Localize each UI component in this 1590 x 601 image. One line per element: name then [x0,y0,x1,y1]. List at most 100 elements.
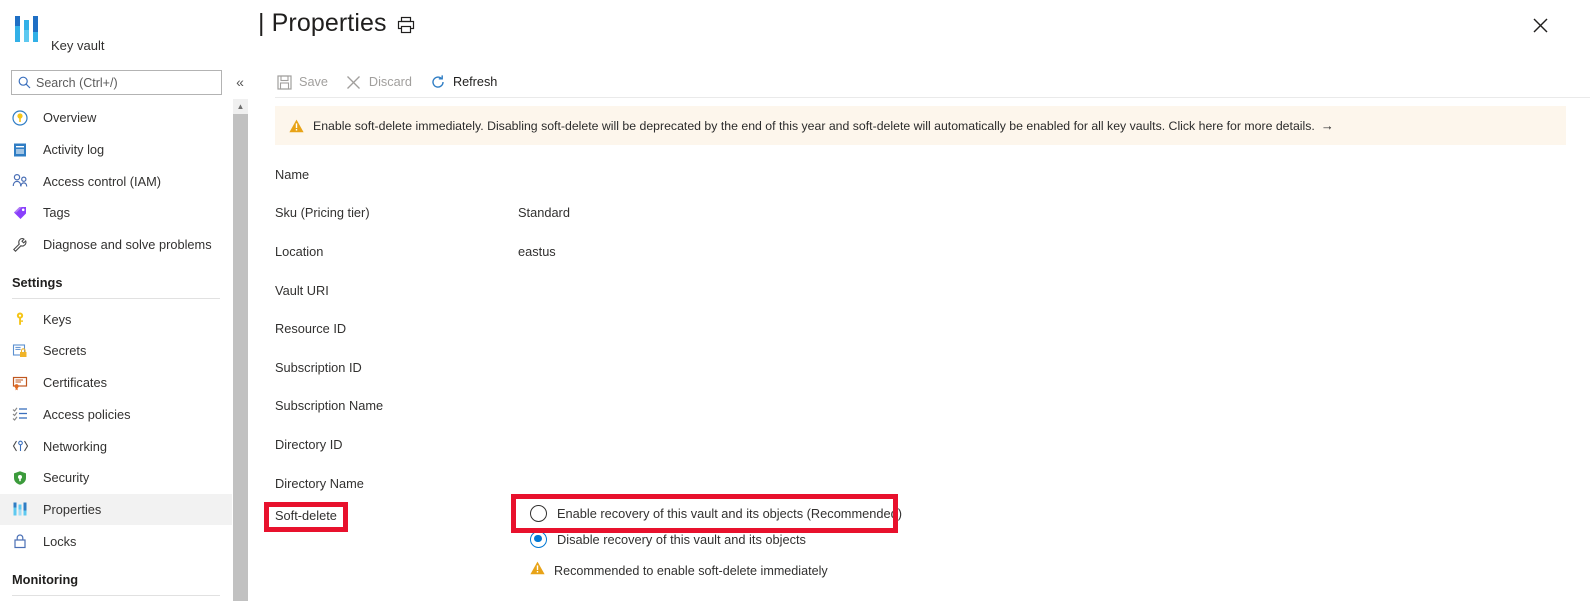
property-label: Name [275,166,310,182]
save-button[interactable]: Save [275,73,328,91]
property-label: Subscription Name [275,398,384,414]
sidebar-item-tags[interactable]: Tags [0,197,232,229]
warning-triangle-icon [530,561,545,580]
sidebar-item-activity-log[interactable]: Activity log [0,134,232,166]
sidebar-item-label: Access policies [43,406,131,422]
sidebar-item-networking[interactable]: Networking [0,430,232,462]
radio-label: Disable recovery of this vault and its o… [557,531,806,547]
sidebar-item-access-control-iam[interactable]: Access control (IAM) [0,165,232,197]
properties-form: Name Sku (Pricing tier) Standard Locatio… [275,155,1565,502]
sidebar-item-label: Keys [43,311,72,327]
sidebar-item-label: Activity log [43,142,105,158]
radio-label: Enable recovery of this vault and its ob… [557,505,902,521]
locks-padlock-icon [12,532,34,550]
sidebar-nav-list: Overview Activity log Access control (IA… [0,102,232,601]
command-toolbar: Save Discard Refresh [275,68,514,96]
tags-icon [12,204,34,222]
save-button-label: Save [299,75,328,89]
sidebar-item-properties[interactable]: Properties [0,493,232,526]
soft-delete-recommendation-note: Recommended to enable soft-delete immedi… [530,561,828,580]
sidebar-group-monitoring: Monitoring [12,571,79,587]
sidebar-scrollbar[interactable]: ▲ [233,99,248,601]
warning-triangle-icon [289,119,304,133]
resource-type-label: Key vault [51,38,105,53]
sidebar-item-diagnose-and-solve-problems[interactable]: Diagnose and solve problems [0,229,232,261]
property-label: Directory ID [275,436,343,452]
discard-button[interactable]: Discard [345,73,412,91]
refresh-button-label: Refresh [452,75,498,89]
access-policies-list-icon [12,405,34,423]
sidebar-item-security[interactable]: Security [0,462,232,494]
sidebar-item-label: Networking [43,438,108,454]
search-box[interactable] [11,70,222,95]
key-vault-icon [13,14,41,44]
search-input[interactable] [36,72,216,93]
main-content: | Properties Save Discard Refresh Enable… [249,0,1590,601]
sidebar-item-label: Overview [43,110,97,126]
sidebar-group-settings: Settings [12,275,63,291]
diagnose-wrench-icon [12,236,34,254]
property-row-location: Location eastus [275,232,1565,271]
sidebar-item-label: Properties [43,501,102,517]
activity-log-icon [12,141,34,159]
security-shield-icon [12,469,34,487]
sidebar-item-label: Locks [43,533,77,549]
access-control-people-icon [12,172,34,190]
property-row-subscription-id: Subscription ID [275,348,1565,387]
radio-button-selected[interactable] [530,530,547,548]
property-label: Subscription ID [275,359,362,375]
sidebar-item-locks[interactable]: Locks [0,525,232,557]
property-row-subscription-name: Subscription Name [275,387,1565,426]
discard-x-icon [345,73,363,91]
refresh-button[interactable]: Refresh [429,73,497,91]
sidebar-header: Key vault [0,0,232,60]
sidebar-divider [12,298,220,300]
sidebar-item-label: Tags [43,205,71,221]
save-floppy-icon [275,73,293,91]
soft-delete-radio-group: Enable recovery of this vault and its ob… [530,500,902,552]
property-row-resource-id: Resource ID [275,309,1565,348]
soft-delete-label: Soft-delete [275,508,337,523]
property-label: Sku (Pricing tier) [275,205,370,221]
double-chevron-left-icon[interactable]: « [230,72,250,92]
printer-icon[interactable] [396,15,416,35]
property-row-vault-uri: Vault URI [275,271,1565,310]
sidebar-item-label: Access control (IAM) [43,173,162,189]
sidebar-item-secrets[interactable]: Secrets [0,335,232,367]
sidebar-item-keys[interactable]: Keys [0,303,232,335]
sidebar-item-overview[interactable]: Overview [0,102,232,134]
discard-button-label: Discard [368,75,412,89]
close-x-icon[interactable] [1528,13,1552,37]
property-row-directory-id: Directory ID [275,425,1565,464]
soft-delete-warning-banner[interactable]: Enable soft-delete immediately. Disablin… [275,106,1566,145]
sidebar-item-label: Security [43,470,90,486]
resource-sidebar: Key vault « Overvi [0,0,244,601]
search-icon [12,76,36,89]
property-value: Standard [518,205,570,221]
sidebar-item-certificates[interactable]: Certificates [0,367,232,399]
radio-enable-recovery[interactable]: Enable recovery of this vault and its ob… [530,500,902,526]
sidebar-item-label: Diagnose and solve problems [43,237,212,253]
note-text: Recommended to enable soft-delete immedi… [554,563,828,578]
toolbar-divider [275,97,1590,98]
banner-text: Enable soft-delete immediately. Disablin… [313,118,1315,133]
radio-disable-recovery[interactable]: Disable recovery of this vault and its o… [530,526,902,552]
scrollbar-thumb[interactable] [233,114,248,601]
property-label: Resource ID [275,321,347,337]
property-value: eastus [518,243,556,259]
banner-arrow-icon[interactable]: → [1321,118,1334,133]
sidebar-item-label: Certificates [43,375,108,391]
property-label: Location [275,243,324,259]
overview-key-icon [12,109,34,127]
radio-button-unselected[interactable] [530,504,547,522]
scroll-up-arrow-icon[interactable]: ▲ [233,99,248,114]
sidebar-item-label: Secrets [43,343,87,359]
sidebar-divider [12,594,220,596]
property-label: Vault URI [275,282,329,298]
page-title: | Properties [258,9,387,37]
certificate-icon [12,374,34,392]
property-row-sku: Sku (Pricing tier) Standard [275,194,1565,233]
sidebar-item-access-policies[interactable]: Access policies [0,399,232,431]
key-icon [12,310,34,328]
properties-icon [12,500,34,518]
